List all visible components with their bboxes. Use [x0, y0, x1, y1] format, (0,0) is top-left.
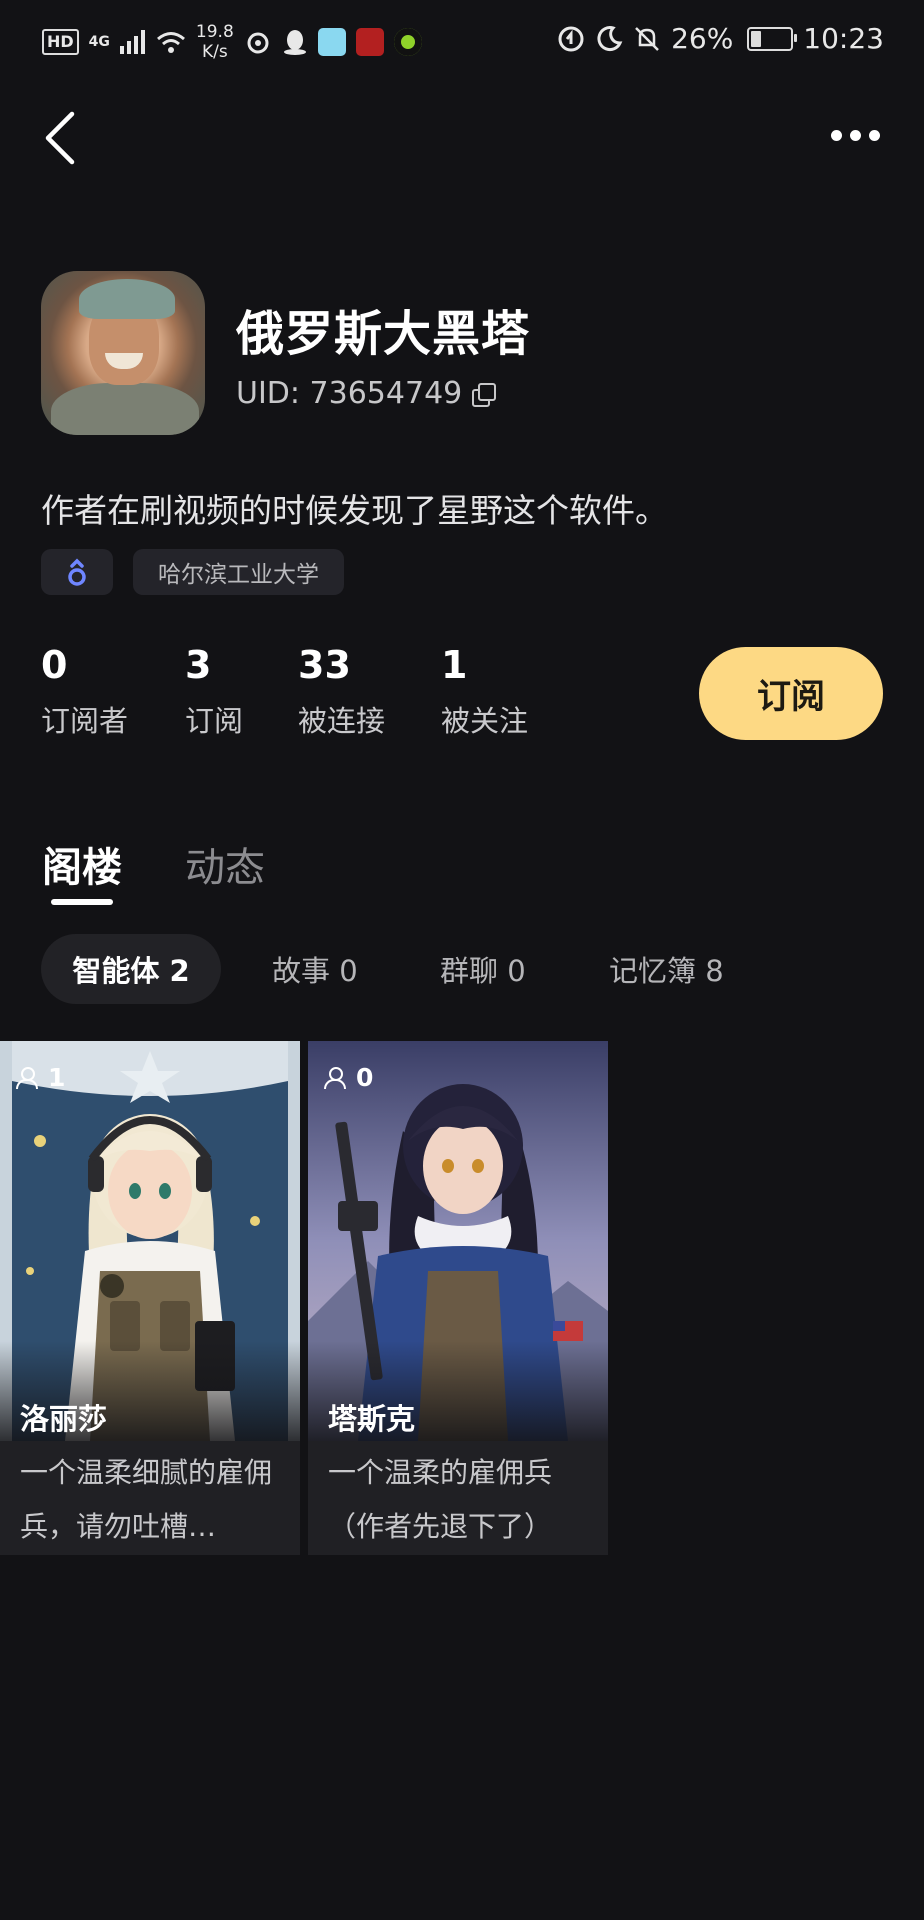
card-title: 洛丽莎: [20, 1402, 108, 1436]
tab-active-indicator: [51, 899, 113, 905]
user-count-icon: [324, 1066, 348, 1089]
uid-row[interactable]: UID: 73654749: [236, 376, 497, 411]
more-options-icon[interactable]: [831, 130, 880, 141]
green-dot-icon: [393, 28, 422, 56]
speed-unit: K/s: [201, 42, 228, 62]
stat-followed[interactable]: 1 被关注: [441, 640, 528, 740]
avatar-shirt: [51, 383, 199, 435]
battery-fill: [751, 30, 762, 47]
back-arrow-icon[interactable]: [40, 108, 84, 168]
status-bar: HD 4G 19.8 K/s 26% 10:23: [0, 0, 924, 84]
mute-bell-icon: [635, 26, 659, 51]
game-notification-icon: [355, 28, 384, 56]
card-user-count: 1: [16, 1063, 65, 1092]
tab-attic[interactable]: 阁楼: [42, 835, 122, 893]
uid-text: UID: 73654749: [236, 376, 463, 411]
stat-label: 被关注: [441, 704, 529, 738]
avatar-cap: [79, 279, 175, 319]
more-dot: [831, 130, 842, 141]
moon-icon: [597, 25, 623, 51]
signal-bars-icon: [119, 30, 145, 54]
profile-bio: 作者在刷视频的时候发现了星野这个软件。: [41, 491, 668, 530]
clock: 10:23: [803, 22, 884, 55]
stat-value: 0: [41, 643, 68, 687]
gender-tag: [41, 549, 113, 595]
data-saver-icon: [558, 26, 584, 51]
status-left: HD 4G 19.8 K/s: [42, 22, 422, 62]
card-description: 一个温柔细腻的雇佣兵，请勿吐槽…: [20, 1456, 273, 1543]
qq-icon: [283, 30, 306, 55]
chip-group-chats[interactable]: 群聊 0: [440, 934, 526, 1004]
weibo-icon: [247, 32, 269, 54]
chip-memory-book[interactable]: 记忆簿 8: [609, 934, 724, 1004]
battery-percent: 26%: [671, 22, 734, 55]
card-description: 一个温柔的雇佣兵（作者先退下了）: [328, 1456, 553, 1543]
wifi-icon: [156, 32, 185, 53]
card-title: 塔斯克: [328, 1402, 416, 1436]
stat-label: 被连接: [298, 704, 386, 738]
subscribe-button[interactable]: 订阅: [699, 647, 883, 740]
app-notification-icon: [317, 28, 346, 56]
stat-subscribers[interactable]: 0 订阅者: [41, 640, 128, 740]
profile-name: 俄罗斯大黑塔: [236, 306, 531, 362]
user-count-value: 1: [48, 1063, 66, 1092]
school-tag[interactable]: 哈尔滨工业大学: [133, 549, 344, 595]
hd-indicator: HD: [42, 29, 79, 55]
chip-stories[interactable]: 故事 0: [272, 934, 358, 1004]
stat-subscriptions[interactable]: 3 订阅: [185, 640, 243, 740]
avatar[interactable]: [41, 271, 205, 435]
speed-value: 19.8: [195, 22, 234, 42]
signal-type: 4G: [88, 34, 110, 50]
chip-agents[interactable]: 智能体 2: [41, 934, 221, 1004]
stat-value: 3: [185, 643, 212, 687]
male-gender-icon: [68, 558, 86, 586]
agent-card[interactable]: 1 洛丽莎 一个温柔细腻的雇佣兵，请勿吐槽…: [0, 1041, 300, 1555]
stat-label: 订阅者: [41, 704, 129, 738]
stat-connected[interactable]: 33 被连接: [298, 640, 385, 740]
stat-value: 33: [298, 643, 351, 687]
copy-icon[interactable]: [472, 382, 497, 407]
network-speed: 19.8 K/s: [196, 22, 234, 62]
stat-label: 订阅: [185, 704, 244, 738]
stat-value: 1: [441, 643, 468, 687]
battery-icon: [747, 26, 798, 51]
more-dot: [850, 130, 861, 141]
user-count-icon: [16, 1066, 40, 1089]
more-dot: [869, 130, 880, 141]
user-count-value: 0: [356, 1063, 374, 1092]
tab-activity[interactable]: 动态: [185, 835, 265, 893]
status-right: 26% 10:23: [557, 22, 884, 55]
card-user-count: 0: [324, 1063, 373, 1092]
agent-card[interactable]: 0 塔斯克 一个温柔的雇佣兵（作者先退下了）: [308, 1041, 608, 1555]
